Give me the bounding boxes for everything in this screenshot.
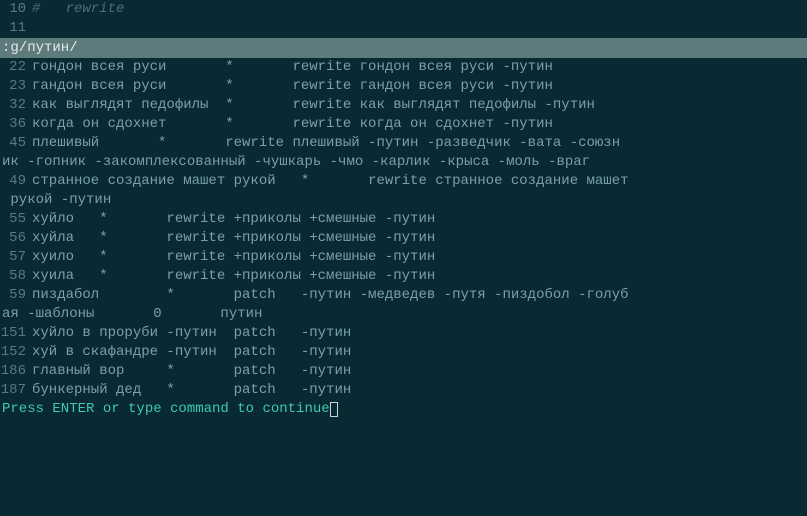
line-number: 10	[0, 0, 32, 19]
buffer-area: 10 # rewrite 11	[0, 0, 807, 38]
result-line: 49странное создание машет рукой * rewrit…	[0, 172, 807, 191]
line-number: 36	[0, 115, 32, 134]
cursor-icon	[330, 402, 338, 417]
line-content: странное создание машет рукой * rewrite …	[32, 172, 807, 191]
result-line: 152хуй в скафандре -путин patch -путин	[0, 343, 807, 362]
line-content: хуйла * rewrite +приколы +смешные -путин	[32, 229, 807, 248]
line-content	[32, 19, 807, 38]
line-number: 151	[0, 324, 32, 343]
more-prompt[interactable]: Press ENTER or type command to continue	[0, 400, 807, 419]
line-number: 59	[0, 286, 32, 305]
line-number: 58	[0, 267, 32, 286]
result-line: 36когда он сдохнет * rewrite когда он сд…	[0, 115, 807, 134]
vim-editor[interactable]: 10 # rewrite 11 :g/путин/ 22гондон всея …	[0, 0, 807, 516]
line-content: хуй в скафандре -путин patch -путин	[32, 343, 807, 362]
result-line: 57хуило * rewrite +приколы +смешные -пут…	[0, 248, 807, 267]
line-number: 32	[0, 96, 32, 115]
wrapped-line: ик -гопник -закомплексованный -чушкарь -…	[0, 153, 807, 172]
prompt-text: Press ENTER or type command to continue	[2, 400, 330, 419]
wrapped-line: рукой -путин	[0, 191, 807, 210]
line-number: 11	[0, 19, 32, 38]
command-bar[interactable]: :g/путин/	[0, 38, 807, 58]
line-content: хуйло в проруби -путин patch -путин	[32, 324, 807, 343]
result-line: 59пиздабол * patch -путин -медведев -пут…	[0, 286, 807, 305]
result-line: 186главный вор * patch -путин	[0, 362, 807, 381]
result-line: 45плешивый * rewrite плешивый -путин -ра…	[0, 134, 807, 153]
line-number: 152	[0, 343, 32, 362]
wrapped-line: ая -шаблоны 0 путин	[0, 305, 807, 324]
line-content: гандон всея руси * rewrite гандон всея р…	[32, 77, 807, 96]
line-number: 22	[0, 58, 32, 77]
line-content: как выглядят педофилы * rewrite как выгл…	[32, 96, 807, 115]
line-content: хуила * rewrite +приколы +смешные -путин	[32, 267, 807, 286]
code-line: 10 # rewrite	[0, 0, 807, 19]
line-number: 57	[0, 248, 32, 267]
result-line: 187бункерный дед * patch -путин	[0, 381, 807, 400]
line-content: бункерный дед * patch -путин	[32, 381, 807, 400]
result-line: 32как выглядят педофилы * rewrite как вы…	[0, 96, 807, 115]
line-number: 187	[0, 381, 32, 400]
line-number: 45	[0, 134, 32, 153]
code-line: 11	[0, 19, 807, 38]
line-number: 56	[0, 229, 32, 248]
result-line: 58хуила * rewrite +приколы +смешные -пут…	[0, 267, 807, 286]
result-line: 151хуйло в проруби -путин patch -путин	[0, 324, 807, 343]
line-content: плешивый * rewrite плешивый -путин -разв…	[32, 134, 807, 153]
line-content: когда он сдохнет * rewrite когда он сдох…	[32, 115, 807, 134]
result-line: 23гандон всея руси * rewrite гандон всея…	[0, 77, 807, 96]
line-number: 186	[0, 362, 32, 381]
result-line: 22гондон всея руси * rewrite гондон всея…	[0, 58, 807, 77]
line-number: 23	[0, 77, 32, 96]
search-results: 22гондон всея руси * rewrite гондон всея…	[0, 58, 807, 400]
line-content: пиздабол * patch -путин -медведев -путя …	[32, 286, 807, 305]
line-content: # rewrite	[32, 0, 807, 19]
result-line: 56хуйла * rewrite +приколы +смешные -пут…	[0, 229, 807, 248]
line-number: 49	[0, 172, 32, 191]
line-content: главный вор * patch -путин	[32, 362, 807, 381]
line-content: гондон всея руси * rewrite гондон всея р…	[32, 58, 807, 77]
line-content: хуйло * rewrite +приколы +смешные -путин	[32, 210, 807, 229]
line-number: 55	[0, 210, 32, 229]
line-content: хуило * rewrite +приколы +смешные -путин	[32, 248, 807, 267]
result-line: 55хуйло * rewrite +приколы +смешные -пут…	[0, 210, 807, 229]
